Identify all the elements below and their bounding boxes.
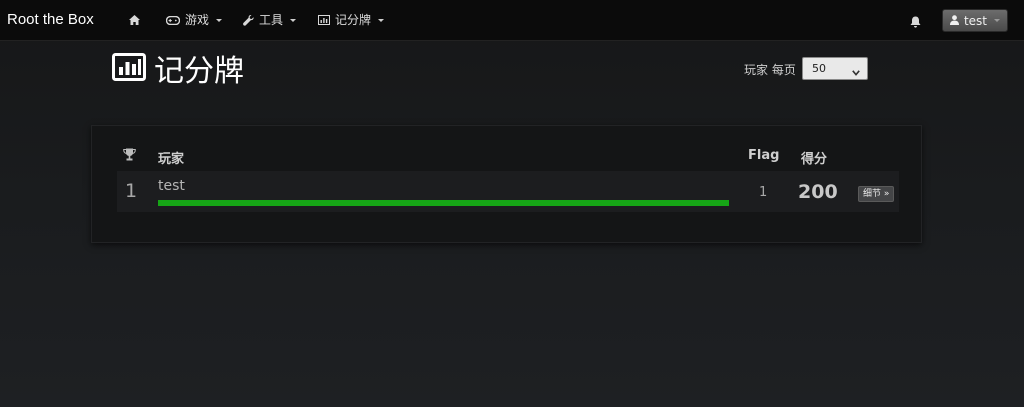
gamepad-icon [166, 15, 180, 25]
table-row: 1 test 1 200 细节 » [117, 171, 899, 212]
player-column-header: 玩家 [158, 152, 185, 167]
scoreboard-panel: 玩家 Flag 得分 1 test 1 200 细节 » [91, 125, 922, 243]
brand-link[interactable]: Root the Box [7, 0, 94, 40]
chevron-down-icon [290, 18, 297, 22]
player-name-link[interactable]: test [158, 178, 185, 194]
bar-chart-icon [112, 52, 146, 92]
per-page-label: 玩家 每页 [744, 63, 796, 77]
top-navbar: Root the Box 游戏 工具 记分牌 test [0, 0, 1024, 41]
chevron-down-icon [216, 18, 223, 22]
user-icon [949, 14, 959, 28]
score-column-header: 得分 [801, 152, 828, 167]
progress-bar [158, 200, 729, 206]
per-page-select[interactable]: 50 [802, 57, 868, 80]
nav-scoreboard-dropdown[interactable]: 记分牌 [318, 0, 385, 40]
bell-icon[interactable] [910, 13, 921, 32]
flag-count: 1 [759, 185, 768, 200]
chevron-down-icon [852, 66, 860, 79]
user-menu-button[interactable]: test [942, 9, 1008, 32]
nav-scoreboard-label: 记分牌 [335, 13, 372, 27]
page-title-text: 记分牌 [154, 54, 244, 89]
nav-games-dropdown[interactable]: 游戏 [166, 0, 223, 40]
nav-home[interactable] [129, 0, 140, 40]
chevron-down-icon [994, 19, 1001, 22]
flags-column-header: Flag [748, 148, 780, 163]
home-icon [129, 15, 140, 25]
score-value: 200 [798, 181, 838, 203]
progress-bar-fill [158, 200, 729, 206]
rank-number: 1 [125, 180, 138, 202]
nav-tools-label: 工具 [259, 13, 284, 27]
chevron-down-icon [378, 18, 385, 22]
trophy-icon [123, 148, 136, 165]
nav-tools-dropdown[interactable]: 工具 [243, 0, 297, 40]
nav-games-label: 游戏 [185, 13, 210, 27]
page-title: 记分牌 [112, 52, 244, 92]
user-name: test [963, 13, 988, 28]
bar-chart-icon [318, 15, 330, 25]
wrench-icon [243, 14, 254, 26]
per-page-value: 50 [812, 62, 826, 75]
details-button[interactable]: 细节 » [858, 186, 895, 202]
